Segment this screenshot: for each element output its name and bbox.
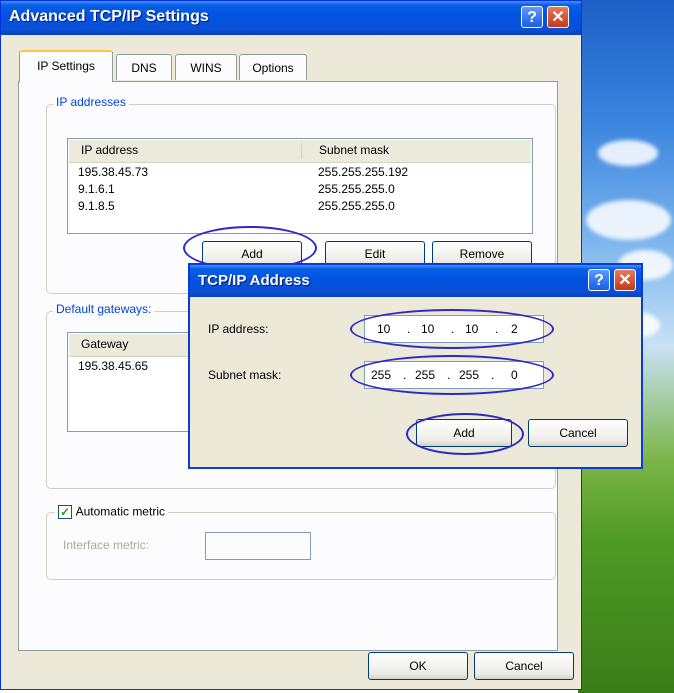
ip-address-cell: 9.1.6.1 (78, 182, 115, 196)
ip-octet: 10 (421, 322, 435, 336)
octet-separator: . (495, 322, 499, 336)
subnet-mask-cell: 255.255.255.192 (318, 165, 409, 179)
automatic-metric-legend: ✓ Automatic metric (55, 503, 168, 519)
dialog-title-bar[interactable]: TCP/IP Address ? ✕ (190, 265, 641, 297)
dialog-add-button[interactable]: Add (416, 419, 512, 447)
column-header-subnet-mask[interactable]: Subnet mask (319, 143, 389, 157)
column-divider (301, 143, 302, 159)
octet-separator: . (451, 322, 455, 336)
column-header-ip-address[interactable]: IP address (81, 143, 138, 157)
tab-options[interactable]: Options (239, 54, 307, 80)
automatic-metric-label[interactable]: Automatic metric (76, 505, 165, 519)
tab-ip-settings[interactable]: IP Settings (19, 50, 113, 82)
ip-octet: 10 (377, 322, 391, 336)
close-button[interactable]: ✕ (547, 6, 569, 28)
subnet-mask-cell: 255.255.255.0 (318, 199, 395, 213)
ip-address-cell: 9.1.8.5 (78, 199, 115, 213)
interface-metric-label: Interface metric: (63, 538, 150, 552)
gateway-cell: 195.38.45.65 (78, 359, 149, 373)
ip-address-list[interactable]: IP address Subnet mask 195.38.45.73 255.… (67, 138, 533, 234)
dialog-cancel-button[interactable]: Cancel (528, 419, 628, 447)
octet-separator: . (407, 322, 411, 336)
interface-metric-field[interactable] (205, 532, 311, 560)
ip-addresses-group-label: IP addresses (53, 95, 129, 109)
dialog-title: TCP/IP Address (198, 272, 310, 289)
help-button[interactable]: ? (521, 6, 543, 28)
tcpip-address-dialog: TCP/IP Address ? ✕ IP address: 10 . 10 .… (188, 263, 643, 469)
dialog-ip-address-label: IP address: (208, 322, 269, 336)
dialog-ip-address-field[interactable]: 10 . 10 . 10 . 2 (364, 315, 544, 343)
mask-octet: 0 (511, 368, 518, 382)
ok-button[interactable]: OK (368, 652, 468, 680)
dialog-close-button[interactable]: ✕ (614, 269, 636, 291)
octet-separator: . (491, 368, 495, 382)
subnet-mask-cell: 255.255.255.0 (318, 182, 395, 196)
ip-octet: 2 (511, 322, 518, 336)
list-header: IP address Subnet mask (69, 140, 531, 163)
ip-octet: 10 (465, 322, 479, 336)
ip-address-cell: 195.38.45.73 (78, 165, 149, 179)
window-title: Advanced TCP/IP Settings (9, 8, 209, 25)
cloud (598, 140, 658, 166)
automatic-metric-checkbox[interactable]: ✓ (58, 504, 72, 519)
dialog-subnet-mask-label: Subnet mask: (208, 368, 282, 382)
tab-wins[interactable]: WINS (175, 54, 237, 80)
octet-separator: . (447, 368, 451, 382)
default-gateways-group-label: Default gateways: (53, 302, 155, 316)
dialog-subnet-mask-field[interactable]: 255 . 255 . 255 . 0 (364, 361, 544, 389)
tab-dns[interactable]: DNS (116, 54, 172, 80)
title-bar[interactable]: Advanced TCP/IP Settings ? ✕ (1, 1, 581, 35)
cancel-button[interactable]: Cancel (474, 652, 574, 680)
mask-octet: 255 (371, 368, 392, 382)
mask-octet: 255 (415, 368, 436, 382)
mask-octet: 255 (459, 368, 480, 382)
cloud (586, 200, 671, 240)
column-header-gateway[interactable]: Gateway (81, 337, 128, 351)
octet-separator: . (403, 368, 407, 382)
dialog-help-button[interactable]: ? (588, 269, 610, 291)
